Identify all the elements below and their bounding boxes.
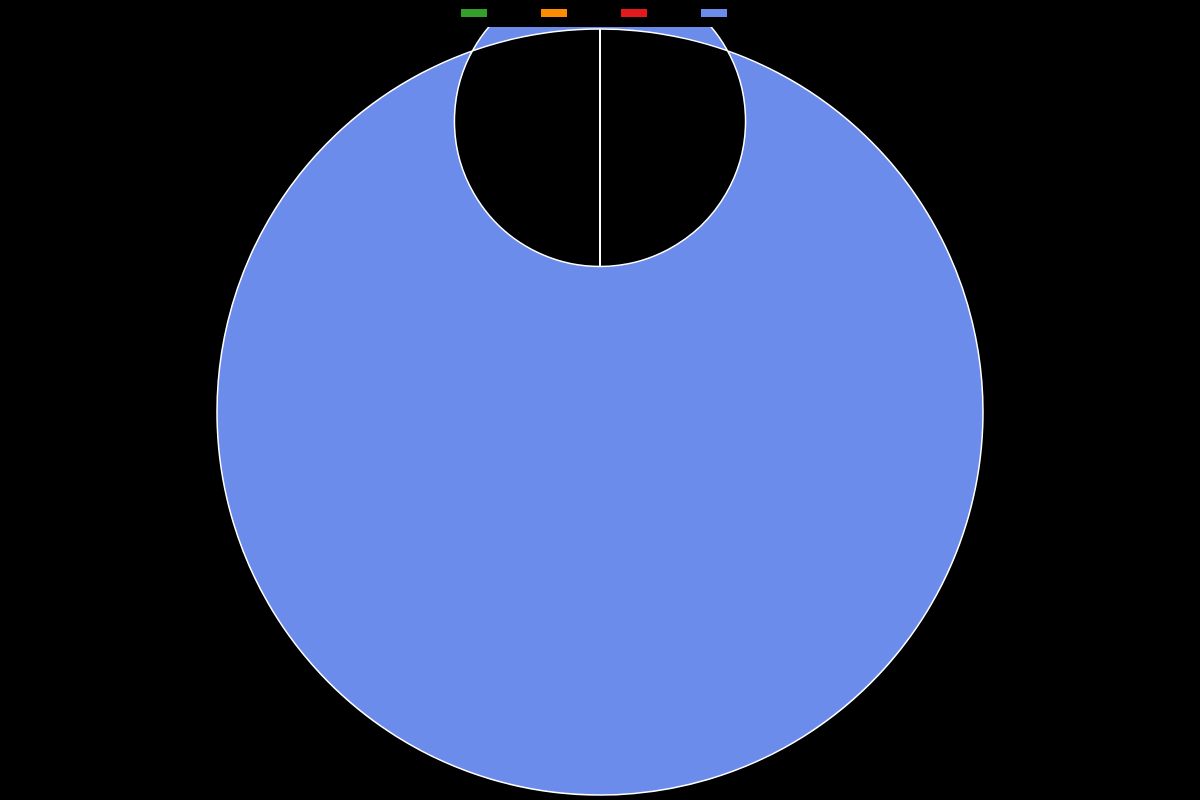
- legend-label-0: [494, 6, 500, 20]
- donut-wrap: [0, 24, 1200, 800]
- legend-item-0[interactable]: [460, 6, 500, 20]
- legend-item-1[interactable]: [540, 6, 580, 20]
- donut-chart: [215, 27, 985, 797]
- legend-swatch-0: [460, 8, 488, 18]
- chart-legend: [460, 0, 740, 24]
- legend-swatch-2: [620, 8, 648, 18]
- legend-swatch-3: [700, 8, 728, 18]
- legend-label-3: [734, 6, 740, 20]
- chart-container: [0, 0, 1200, 800]
- legend-label-1: [574, 6, 580, 20]
- legend-label-2: [654, 6, 660, 20]
- legend-swatch-1: [540, 8, 568, 18]
- legend-item-3[interactable]: [700, 6, 740, 20]
- legend-item-2[interactable]: [620, 6, 660, 20]
